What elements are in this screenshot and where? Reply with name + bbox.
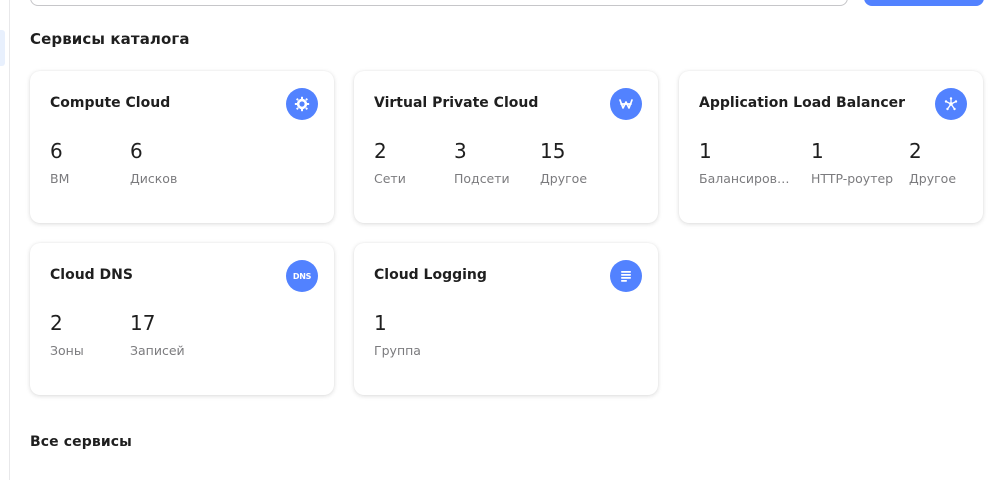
stat-value: 1	[374, 311, 387, 335]
card-stats: 2 Сети 3 Подсети 15 Другое	[374, 139, 620, 186]
card-application-load-balancer[interactable]: Application Load Balancer 1 Балансировщ.…	[679, 71, 983, 223]
card-title: Virtual Private Cloud	[374, 95, 539, 111]
stat-subnets[interactable]: 3 Подсети	[454, 139, 540, 186]
stat-value: 6	[130, 139, 143, 163]
left-sidebar	[0, 0, 10, 480]
stat-label: Сети	[374, 171, 406, 186]
stat-other[interactable]: 15 Другое	[540, 139, 620, 186]
card-stats: 1 Балансировщ... 1 HTTP-роутер 2 Другое	[699, 139, 989, 186]
stat-label: Зоны	[50, 343, 84, 358]
stat-label: Другое	[909, 171, 957, 186]
catalog-services-heading: Сервисы каталога	[30, 30, 190, 48]
stat-label: Подсети	[454, 171, 510, 186]
stat-balancers[interactable]: 1 Балансировщ...	[699, 139, 811, 186]
card-title: Application Load Balancer	[699, 95, 906, 111]
logging-icon	[610, 260, 642, 292]
dns-icon: DNS	[286, 260, 318, 292]
stat-label: ВМ	[50, 171, 70, 186]
compute-icon	[286, 88, 318, 120]
stat-value: 17	[130, 311, 156, 335]
search-button[interactable]	[864, 0, 984, 6]
all-services-heading: Все сервисы	[30, 434, 132, 450]
stat-other[interactable]: 2 Другое	[909, 139, 989, 186]
dns-icon-text: DNS	[292, 271, 312, 281]
card-title: Cloud Logging	[374, 267, 487, 283]
stat-zones[interactable]: 2 Зоны	[50, 311, 130, 358]
card-title: Cloud DNS	[50, 267, 133, 283]
stat-value: 1	[811, 139, 824, 163]
card-cloud-logging[interactable]: Cloud Logging 1 Группа	[354, 243, 658, 395]
stat-networks[interactable]: 2 Сети	[374, 139, 454, 186]
load-balancer-icon	[935, 88, 967, 120]
card-stats: 6 ВМ 6 Дисков	[50, 139, 210, 186]
stat-groups[interactable]: 1 Группа	[374, 311, 454, 358]
stat-http-routers[interactable]: 1 HTTP-роутер	[811, 139, 909, 186]
stat-value: 2	[374, 139, 387, 163]
stat-value: 15	[540, 139, 566, 163]
stat-value: 1	[699, 139, 712, 163]
stat-label: Дисков	[130, 171, 178, 186]
card-title: Compute Cloud	[50, 95, 171, 111]
card-stats: 1 Группа	[374, 311, 454, 358]
card-stats: 2 Зоны 17 Записей	[50, 311, 210, 358]
card-cloud-dns[interactable]: Cloud DNS DNS 2 Зоны 17 Записей	[30, 243, 334, 395]
stat-value: 2	[909, 139, 922, 163]
stat-disks[interactable]: 6 Дисков	[130, 139, 210, 186]
network-icon	[610, 88, 642, 120]
sidebar-active-marker[interactable]	[0, 30, 5, 66]
search-input[interactable]	[30, 0, 848, 6]
stat-records[interactable]: 17 Записей	[130, 311, 210, 358]
stat-vms[interactable]: 6 ВМ	[50, 139, 130, 186]
stat-value: 2	[50, 311, 63, 335]
stat-label: Другое	[540, 171, 588, 186]
card-virtual-private-cloud[interactable]: Virtual Private Cloud 2 Сети 3 Подсети 1…	[354, 71, 658, 223]
stat-label: Записей	[130, 343, 185, 358]
stat-value: 6	[50, 139, 63, 163]
stat-label: Группа	[374, 343, 421, 358]
card-compute-cloud[interactable]: Compute Cloud 6 ВМ 6 Дисков	[30, 71, 334, 223]
services-page: Сервисы каталога Compute Cloud 6 ВМ 6 Ди…	[0, 0, 996, 480]
stat-label: HTTP-роутер	[811, 171, 894, 186]
stat-value: 3	[454, 139, 467, 163]
stat-label: Балансировщ...	[699, 171, 795, 186]
